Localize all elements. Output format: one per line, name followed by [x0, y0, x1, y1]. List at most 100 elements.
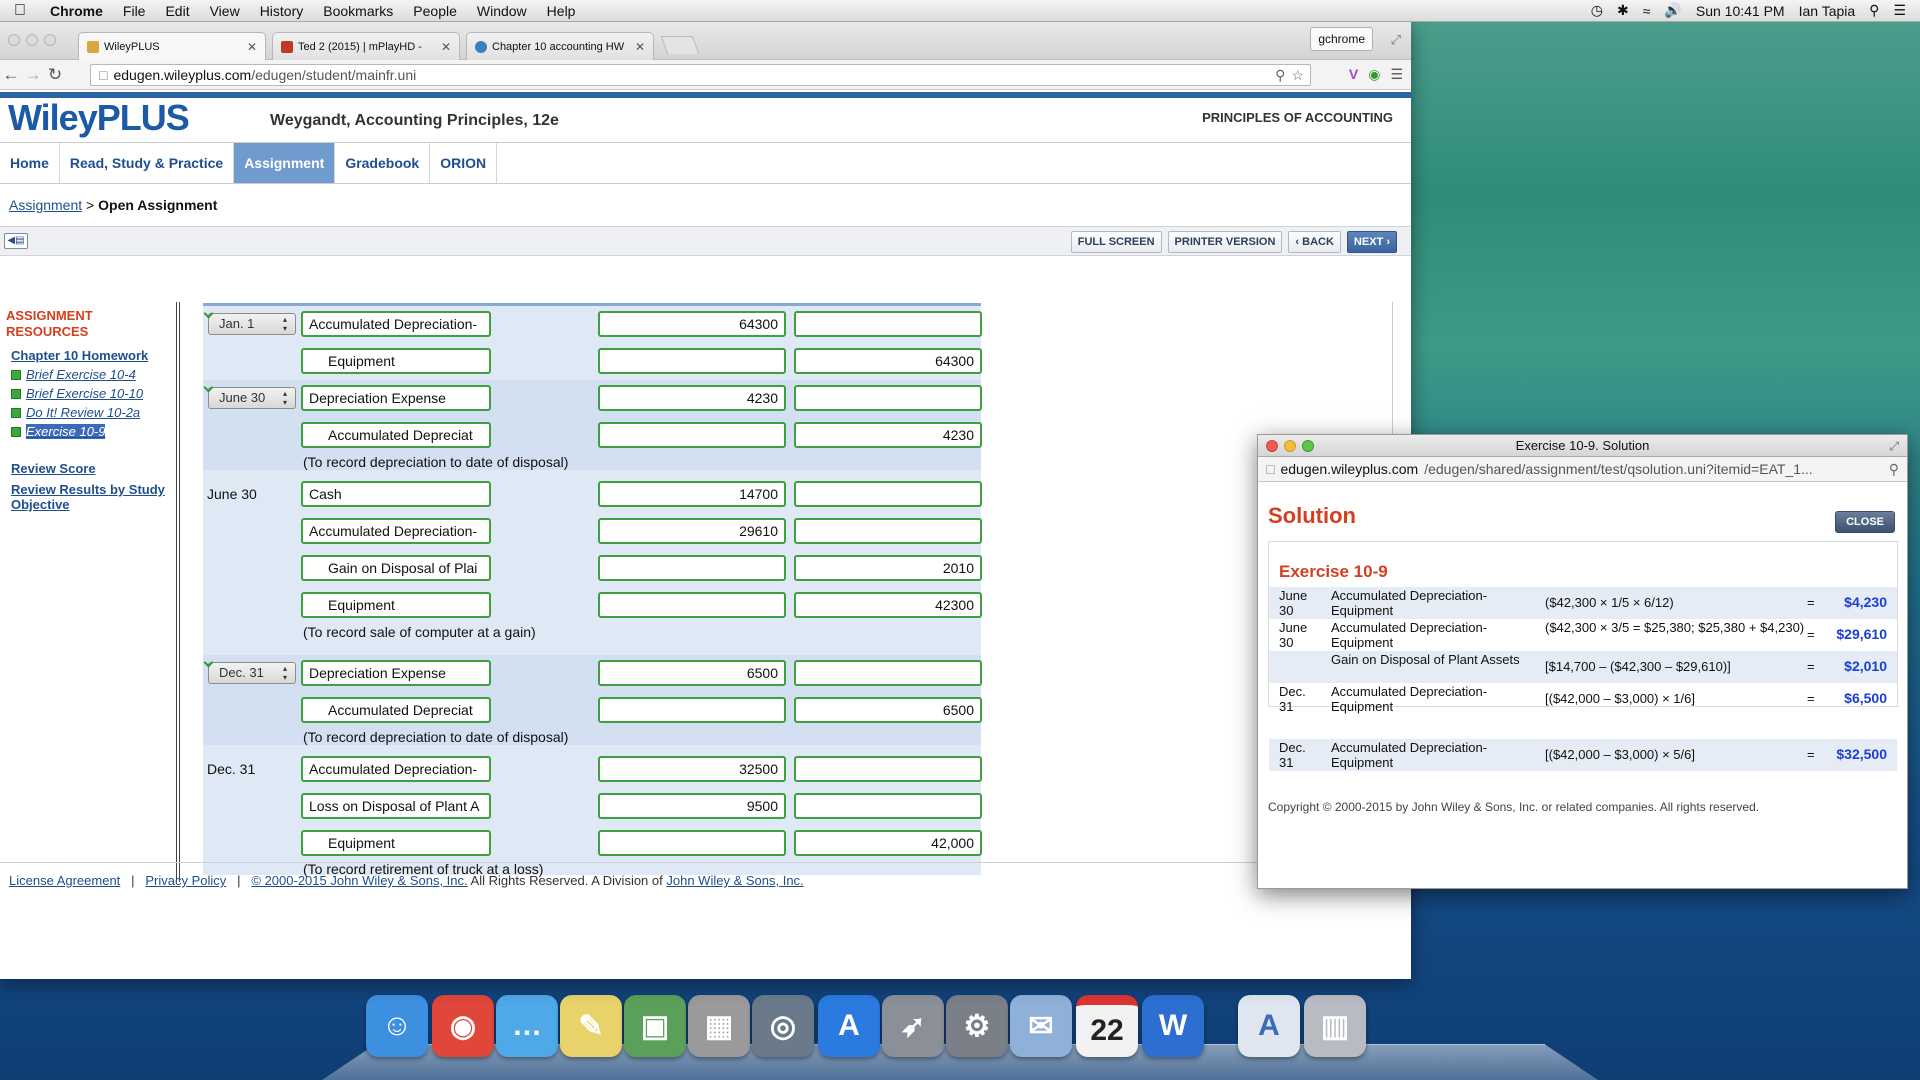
privacy-policy-link[interactable]: Privacy Policy: [145, 873, 226, 888]
minimize-window-icon[interactable]: [26, 34, 38, 46]
reload-icon[interactable]: ↻: [44, 65, 66, 85]
menu-view[interactable]: View: [200, 3, 250, 19]
menu-history[interactable]: History: [250, 3, 314, 19]
credit-field[interactable]: 64300: [794, 348, 982, 374]
word-icon[interactable]: W: [1140, 988, 1206, 1064]
zoom-window-icon[interactable]: [1302, 440, 1314, 452]
docx-file-icon[interactable]: A: [1236, 988, 1302, 1064]
credit-field[interactable]: [794, 481, 982, 507]
breadcrumb-assignment-link[interactable]: Assignment: [9, 197, 82, 213]
debit-field[interactable]: [598, 348, 786, 374]
debit-field[interactable]: [598, 422, 786, 448]
fullscreen-icon[interactable]: ⤢: [1391, 32, 1401, 48]
account-field[interactable]: Accumulated Depreciation-: [301, 518, 491, 544]
printer-version-button[interactable]: PRINTER VERSION: [1167, 231, 1283, 253]
wifi-icon[interactable]: ≈: [1643, 3, 1651, 19]
review-results-link[interactable]: Review Results by Study Objective: [6, 482, 170, 512]
back-arrow-icon[interactable]: ←: [0, 65, 22, 85]
facetime-icon[interactable]: ◎: [750, 988, 816, 1064]
account-field[interactable]: Accumulated Depreciat: [301, 697, 491, 723]
nav-gradebook[interactable]: Gradebook: [335, 143, 431, 183]
copyright-link[interactable]: © 2000-2015 John Wiley & Sons, Inc.: [251, 873, 467, 888]
account-field[interactable]: Accumulated Depreciat: [301, 422, 491, 448]
credit-field[interactable]: 6500: [794, 697, 982, 723]
exercise-link-be-10-10[interactable]: Brief Exercise 10-10: [6, 386, 170, 401]
credit-field[interactable]: 2010: [794, 555, 982, 581]
chapter-homework-link[interactable]: Chapter 10 Homework: [6, 348, 170, 363]
debit-field[interactable]: [598, 697, 786, 723]
nav-assignment[interactable]: Assignment: [234, 143, 336, 183]
wileyplus-logo[interactable]: WileyPLUS: [0, 97, 190, 139]
apple-menu-icon[interactable]: : [0, 2, 40, 20]
tab-wileyplus[interactable]: WileyPLUS ✕: [78, 32, 266, 61]
tab-mplayhd[interactable]: Ted 2 (2015) | mPlayHD - ✕: [272, 32, 460, 60]
menubar-user[interactable]: Ian Tapia: [1799, 3, 1856, 19]
menu-app-chrome[interactable]: Chrome: [40, 3, 113, 19]
debit-field[interactable]: 6500: [598, 660, 786, 686]
menu-bookmarks[interactable]: Bookmarks: [313, 3, 403, 19]
menu-people[interactable]: People: [403, 3, 467, 19]
popup-url-bar[interactable]: □ edugen.wileyplus.com/edugen/shared/ass…: [1258, 457, 1907, 482]
launchpad-icon[interactable]: ➶: [880, 988, 946, 1064]
date-select-june30[interactable]: June 30: [208, 387, 296, 409]
debit-field[interactable]: [598, 555, 786, 581]
notification-center-icon[interactable]: ☰: [1893, 2, 1906, 19]
account-field[interactable]: Accumulated Depreciation-: [301, 311, 491, 337]
notes-icon[interactable]: ✎: [558, 988, 624, 1064]
account-field[interactable]: Cash: [301, 481, 491, 507]
bluetooth-icon[interactable]: ✱: [1617, 2, 1629, 19]
address-bar[interactable]: □ edugen.wileyplus.com/edugen/student/ma…: [90, 64, 1311, 86]
debit-field[interactable]: 32500: [598, 756, 786, 782]
spotlight-icon[interactable]: ⚲: [1869, 2, 1879, 19]
collapse-sidebar-icon[interactable]: ◀▤: [4, 233, 28, 249]
app-store-icon[interactable]: A: [816, 988, 882, 1064]
exercise-link-e-10-9[interactable]: Exercise 10-9: [6, 424, 170, 439]
menu-file[interactable]: File: [113, 3, 156, 19]
profile-button[interactable]: gchrome: [1310, 27, 1373, 51]
credit-field[interactable]: [794, 311, 982, 337]
new-tab-button[interactable]: [660, 36, 700, 54]
tab-close-icon[interactable]: ✕: [441, 40, 451, 54]
minimize-window-icon[interactable]: [1284, 440, 1296, 452]
account-field[interactable]: Depreciation Expense: [301, 660, 491, 686]
finder-icon[interactable]: ☺: [364, 988, 430, 1064]
close-window-icon[interactable]: [1266, 440, 1278, 452]
mail-icon[interactable]: ✉: [1008, 988, 1074, 1064]
credit-field[interactable]: [794, 793, 982, 819]
forward-arrow-icon[interactable]: →: [22, 65, 44, 85]
back-button[interactable]: ‹ BACK: [1288, 231, 1341, 253]
iphoto-icon[interactable]: ▣: [622, 988, 688, 1064]
menu-window[interactable]: Window: [467, 3, 537, 19]
debit-field[interactable]: 29610: [598, 518, 786, 544]
tab-chapter10[interactable]: Chapter 10 accounting HW ✕: [466, 32, 654, 60]
next-button[interactable]: NEXT ›: [1346, 231, 1397, 253]
debit-field[interactable]: 64300: [598, 311, 786, 337]
credit-field[interactable]: [794, 660, 982, 686]
review-score-link[interactable]: Review Score: [6, 461, 170, 476]
account-field[interactable]: Equipment: [301, 348, 491, 374]
extension-green-icon[interactable]: ◉: [1368, 66, 1380, 83]
credit-field[interactable]: 42300: [794, 592, 982, 618]
chrome-menu-icon[interactable]: ☰: [1390, 66, 1403, 83]
zoom-magnifier-icon[interactable]: ⚲: [1889, 461, 1907, 478]
date-select-dec31[interactable]: Dec. 31: [208, 662, 296, 684]
account-field[interactable]: Equipment: [301, 592, 491, 618]
trash-icon[interactable]: ▥: [1302, 988, 1368, 1064]
full-screen-button[interactable]: FULL SCREEN: [1070, 231, 1162, 253]
exercise-link-do-it-10-2a[interactable]: Do It! Review 10-2a: [6, 405, 170, 420]
close-window-icon[interactable]: [8, 34, 20, 46]
extension-v-icon[interactable]: V: [1349, 66, 1358, 83]
debit-field[interactable]: 9500: [598, 793, 786, 819]
account-field[interactable]: Accumulated Depreciation-: [301, 756, 491, 782]
zoom-magnifier-icon[interactable]: ⚲: [1275, 67, 1285, 84]
exercise-link-be-10-4[interactable]: Brief Exercise 10-4: [6, 367, 170, 382]
credit-field[interactable]: [794, 385, 982, 411]
calculator-icon[interactable]: ▦: [686, 988, 752, 1064]
credit-field[interactable]: 42,000: [794, 830, 982, 856]
messages-icon[interactable]: …: [494, 988, 560, 1064]
nav-read-study-practice[interactable]: Read, Study & Practice: [60, 143, 235, 183]
debit-field[interactable]: 14700: [598, 481, 786, 507]
bookmark-star-icon[interactable]: ☆: [1291, 67, 1304, 84]
menubar-clock[interactable]: Sun 10:41 PM: [1696, 3, 1785, 19]
license-agreement-link[interactable]: License Agreement: [9, 873, 120, 888]
